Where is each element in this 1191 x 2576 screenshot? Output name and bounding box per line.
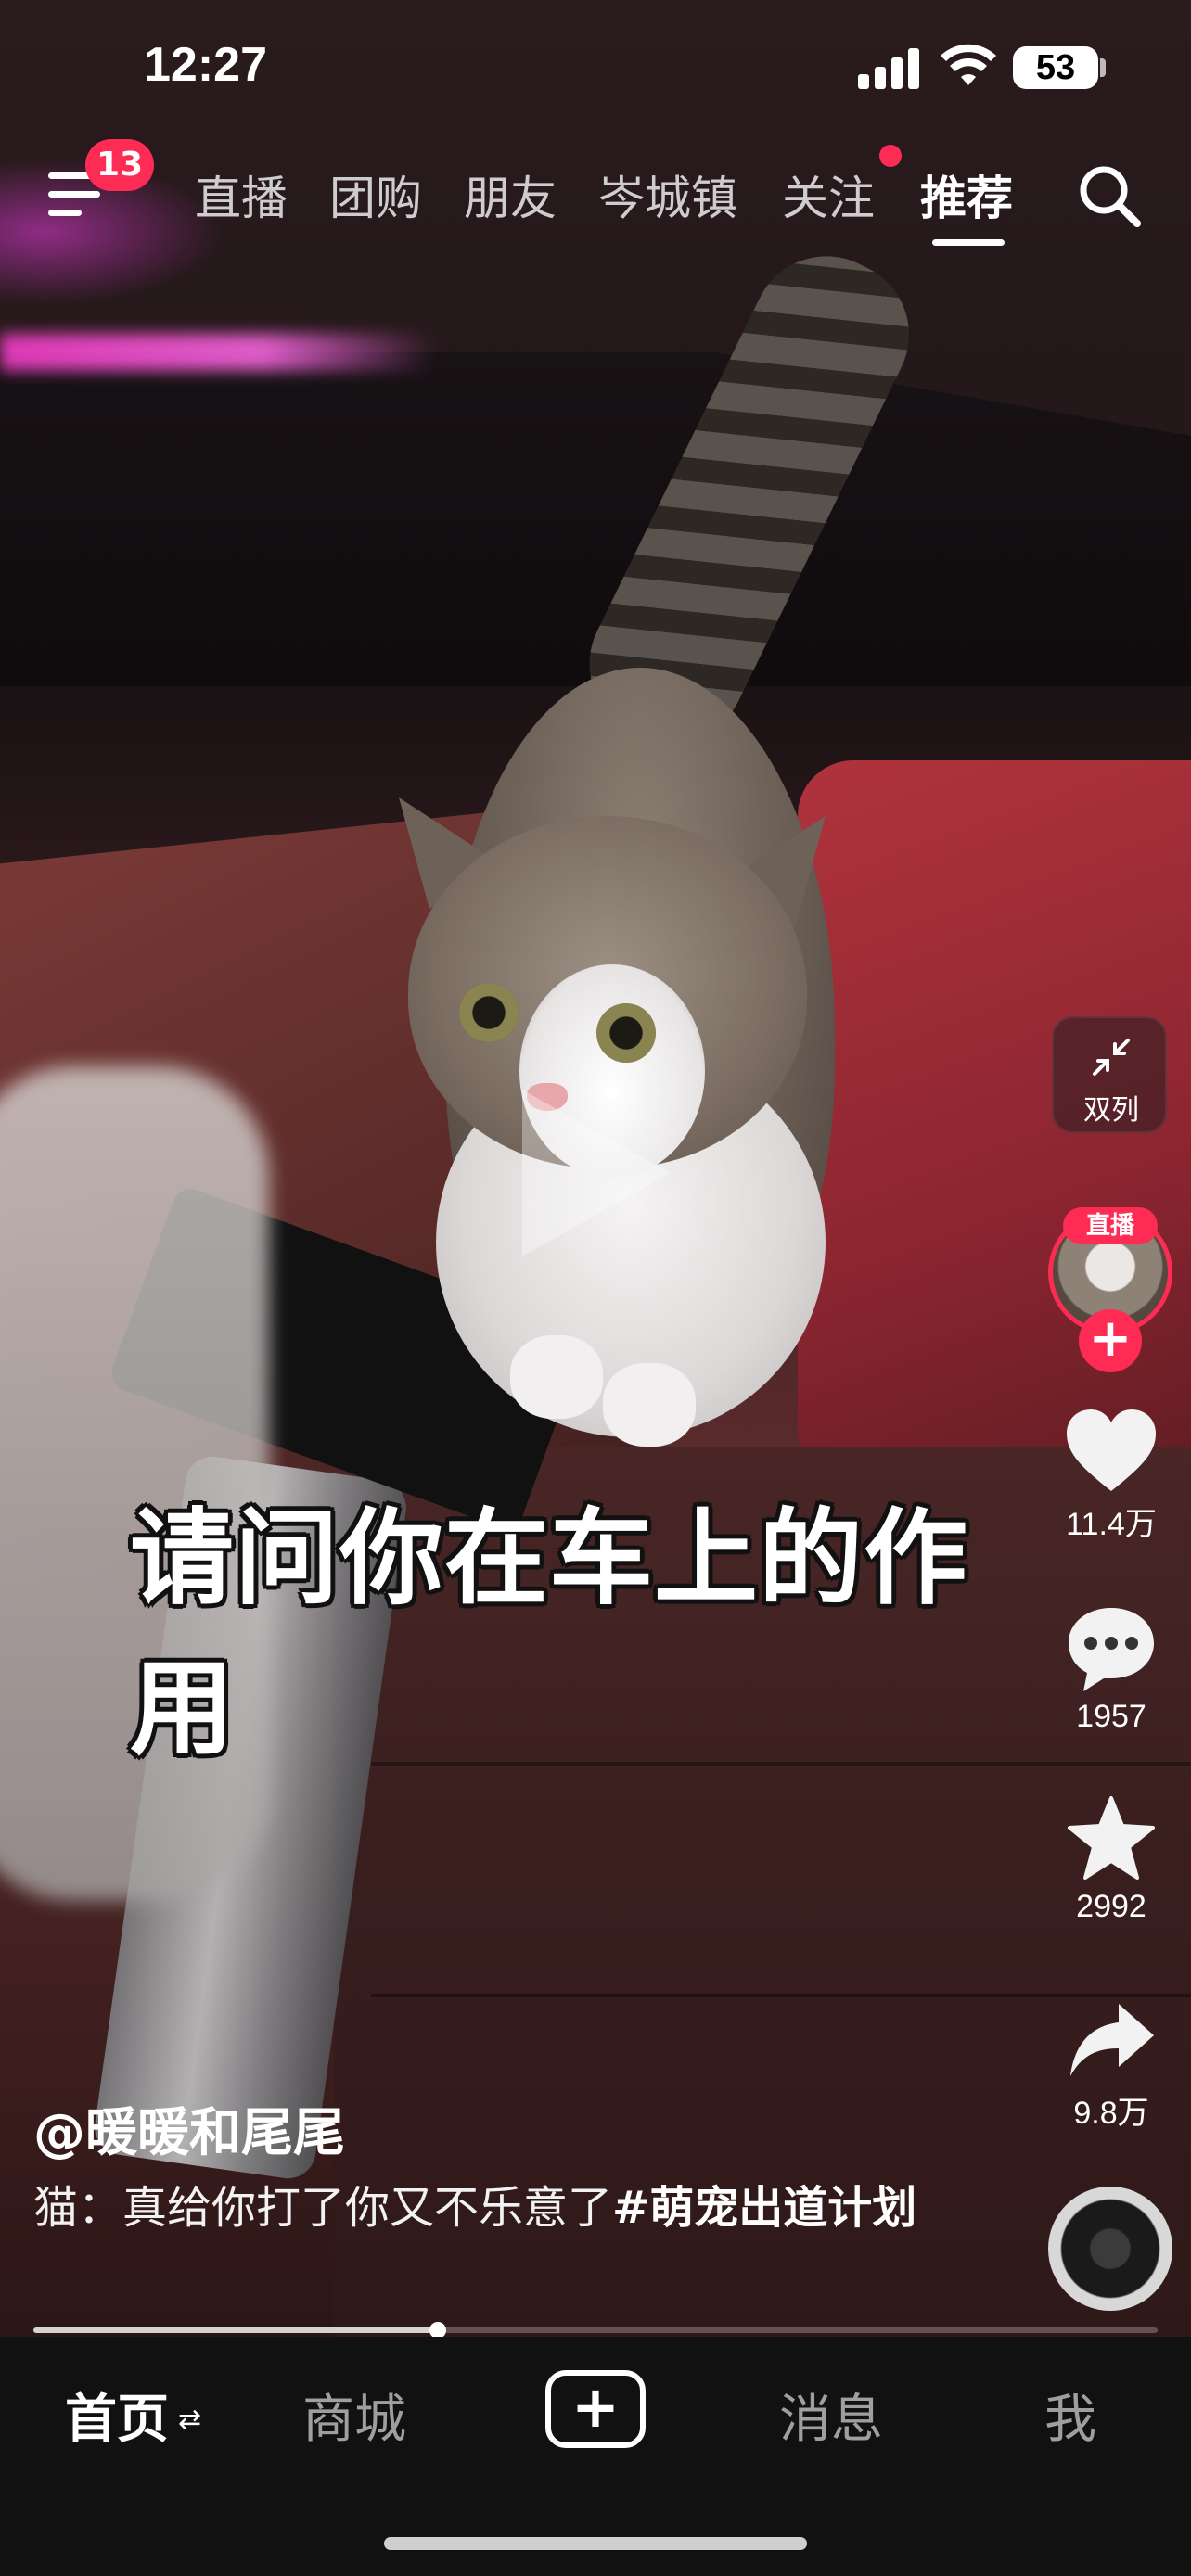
share-button[interactable]: 9.8万 [1048, 1998, 1174, 2133]
music-disc[interactable] [1048, 2187, 1172, 2311]
cellular-signal-icon [858, 48, 921, 89]
progress-bar[interactable] [33, 2322, 1158, 2339]
comment-count: 1957 [1076, 1699, 1146, 1734]
status-time: 12:27 [144, 38, 267, 92]
video-description: 猫：真给你打了你又不乐意了#萌宠出道计划 [33, 2179, 924, 2237]
battery-indicator: 53 [1013, 46, 1098, 89]
active-tab-indicator [932, 239, 1005, 246]
refresh-icon: ⇄ [178, 2404, 202, 2436]
nav-me[interactable]: 我 [1044, 2378, 1096, 2453]
comment-button[interactable]: 1957 [1048, 1604, 1174, 1735]
live-badge: 直播 [1063, 1207, 1158, 1244]
console-stitch [371, 1994, 1191, 1997]
video-subtitle: 请问你在车上的作用 [130, 1498, 968, 1769]
menu-icon [48, 191, 100, 198]
cat-paw [510, 1335, 603, 1419]
favorite-count: 2992 [1076, 1889, 1146, 1924]
hashtag-link[interactable]: #萌宠出道计划 [612, 2182, 916, 2234]
tab-recommend[interactable]: 推荐 [920, 161, 1013, 228]
tab-friends[interactable]: 朋友 [464, 161, 557, 228]
favorite-button[interactable]: 2992 [1048, 1794, 1174, 1925]
dual-column-label: 双列 [1083, 1094, 1139, 1127]
following-dot [879, 145, 902, 167]
wifi-icon [941, 44, 996, 85]
dual-column-button[interactable]: 双列 [1052, 1016, 1167, 1133]
cat-eye [596, 1003, 656, 1063]
collapse-arrows-icon [1093, 1039, 1130, 1076]
share-icon [1070, 2004, 1154, 2076]
like-button[interactable]: 11.4万 [1048, 1408, 1174, 1544]
ambient-light-strip [0, 334, 436, 371]
cat-paw [603, 1363, 696, 1447]
tab-local[interactable]: 岑城镇 [598, 161, 737, 228]
search-icon[interactable] [1076, 162, 1143, 229]
cat-eye [459, 983, 519, 1042]
progress-fill [33, 2327, 439, 2333]
author-name[interactable]: @暖暖和尾尾 [33, 2091, 345, 2166]
comment-icon [1069, 1608, 1154, 1691]
status-bar: 12:27 53 [0, 0, 1191, 139]
description-text: 猫：真给你打了你又不乐意了 [33, 2182, 613, 2234]
follow-button[interactable]: + [1079, 1309, 1142, 1372]
home-indicator [384, 2537, 807, 2550]
notification-badge: 13 [85, 139, 155, 191]
plus-icon: + [571, 2373, 620, 2441]
tab-group-buy[interactable]: 团购 [329, 161, 422, 228]
nav-messages[interactable]: 消息 [779, 2378, 883, 2453]
star-icon [1068, 1796, 1155, 1880]
battery-tip [1100, 58, 1106, 77]
nav-mall[interactable]: 商城 [302, 2378, 406, 2453]
nav-home[interactable]: 首页 [65, 2378, 169, 2453]
share-count: 9.8万 [1073, 2096, 1149, 2131]
create-button[interactable]: + [545, 2370, 646, 2448]
menu-icon [48, 210, 82, 216]
video-player[interactable]: 请问你在车上的作用 [0, 0, 1191, 2337]
top-nav: 13 直播 团购 朋友 岑城镇 关注 推荐 [0, 139, 1191, 250]
tab-following[interactable]: 关注 [782, 161, 875, 228]
heart-icon [1067, 1409, 1156, 1491]
tab-live[interactable]: 直播 [195, 161, 288, 228]
like-count: 11.4万 [1066, 1507, 1157, 1542]
